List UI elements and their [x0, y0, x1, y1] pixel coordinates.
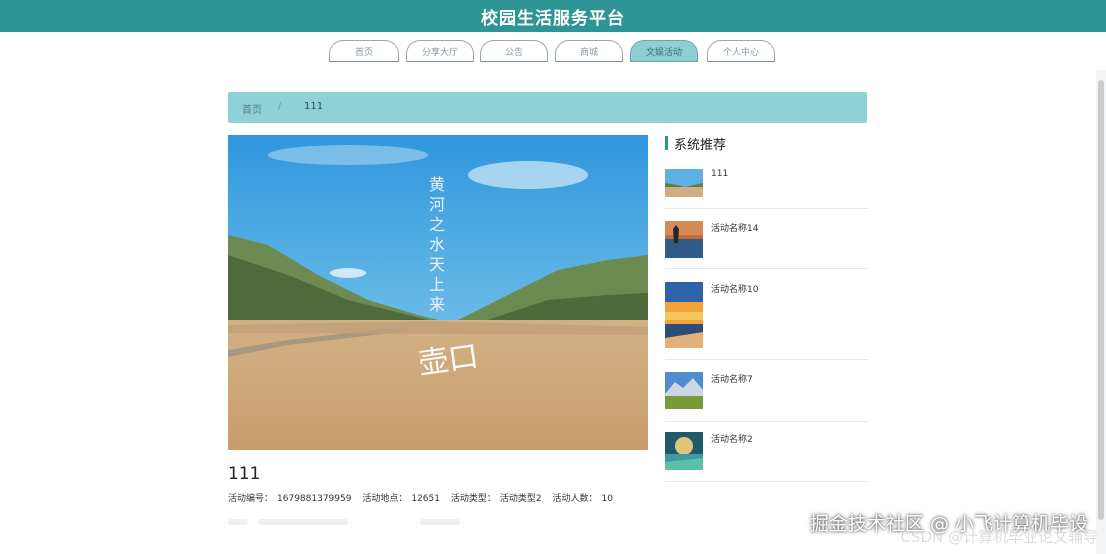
activity-title: 111	[228, 464, 261, 484]
recommend-item-name[interactable]: 活动名称2	[711, 432, 753, 445]
header-bar: 校园生活服务平台	[0, 0, 1106, 32]
tab-notice[interactable]: 公告	[480, 40, 548, 62]
breadcrumb-current: 111	[304, 101, 324, 112]
activity-location-label: 活动地点：	[362, 494, 408, 504]
recommend-item-name[interactable]: 活动名称10	[711, 282, 758, 295]
sidebar-title: 系统推荐	[674, 137, 727, 153]
recommend-item[interactable]: 111	[665, 169, 869, 209]
faint-placeholder	[420, 519, 460, 525]
activity-count-label: 活动人数：	[552, 494, 598, 504]
tab-activities[interactable]: 文娱活动	[630, 40, 698, 62]
tab-home[interactable]: 首页	[329, 40, 399, 62]
river-desert-icon[interactable]	[665, 169, 703, 197]
beach-sunset-icon[interactable]	[665, 282, 703, 348]
hero-calligraphy-sign: 壶口	[416, 338, 481, 382]
tab-personal-center[interactable]: 个人中心	[707, 40, 775, 62]
app-title: 校园生活服务平台	[481, 8, 625, 29]
activity-hero-image: 黄河之水天上来 壶口	[228, 135, 648, 450]
waterfall-sunrise-icon[interactable]	[665, 432, 703, 470]
breadcrumb: 首页 / 111	[228, 92, 867, 123]
scrollbar-thumb[interactable]	[1098, 80, 1104, 520]
recommend-item[interactable]: 活动名称2	[665, 432, 869, 482]
recommend-item[interactable]: 活动名称14	[665, 221, 869, 269]
faint-placeholder	[258, 519, 348, 525]
main-nav: 首页 分享大厅 公告 商城 文娱活动 个人中心	[0, 40, 1106, 64]
watermark-sub: CSDN @计算机毕业论文辅导	[900, 528, 1098, 546]
breadcrumb-home[interactable]: 首页	[242, 101, 262, 116]
recommend-item-name[interactable]: 活动名称14	[711, 221, 758, 234]
activity-id-value: 1679881379959	[277, 494, 352, 504]
breadcrumb-separator: /	[278, 101, 282, 112]
activity-meta: 活动编号： 1679881379959 活动地点： 12651 活动类型： 活动类型2…	[228, 491, 621, 504]
activity-type-label: 活动类型：	[450, 494, 496, 504]
recommend-item-name[interactable]: 活动名称7	[711, 372, 753, 385]
tab-share-hall[interactable]: 分享大厅	[406, 40, 474, 62]
recommend-item-name[interactable]: 111	[711, 169, 728, 179]
recommend-item[interactable]: 活动名称7	[665, 372, 869, 422]
activity-id-label: 活动编号：	[228, 494, 274, 504]
activity-type-value: 活动类型2	[499, 494, 542, 504]
recommend-item[interactable]: 活动名称10	[665, 282, 869, 360]
activity-location-value: 12651	[411, 494, 440, 504]
sidebar-header: 系统推荐	[665, 135, 727, 153]
sidebar-header-accent	[665, 136, 668, 150]
activity-count-value: 10	[601, 494, 613, 504]
faint-placeholder	[228, 519, 248, 525]
page-scrollbar[interactable]	[1096, 70, 1106, 554]
lake-sunset-icon[interactable]	[665, 221, 703, 258]
mountain-meadow-icon[interactable]	[665, 372, 703, 409]
tab-mall[interactable]: 商城	[555, 40, 623, 62]
hero-calligraphy: 黄河之水天上来	[428, 175, 445, 314]
